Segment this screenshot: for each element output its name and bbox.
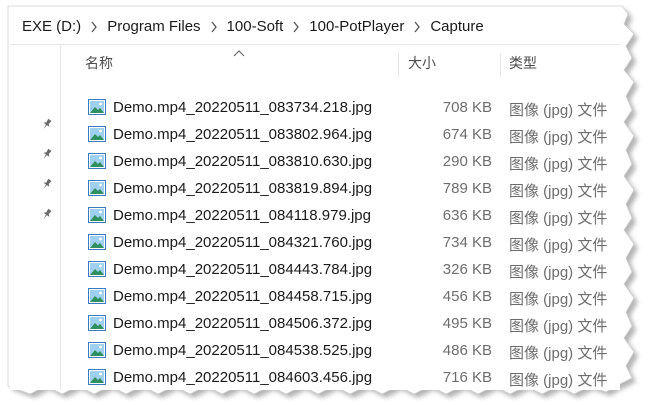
pin-icon[interactable] <box>40 207 54 221</box>
breadcrumb-item[interactable]: EXE (D:) <box>22 18 81 35</box>
breadcrumb-item[interactable]: Capture <box>430 18 483 35</box>
file-name[interactable]: Demo.mp4_20220511_084321.760.jpg <box>113 234 372 251</box>
file-row[interactable]: Demo.mp4_20220511_084603.456.jpg 716 KB 图像… <box>62 364 620 390</box>
pin-icon[interactable] <box>40 147 54 161</box>
file-name[interactable]: Demo.mp4_20220511_084506.372.jpg <box>113 315 372 332</box>
file-row[interactable]: Demo.mp4_20220511_083802.964.jpg 674 KB 图像… <box>62 121 620 148</box>
file-type: 图像 (jpg) 文件 <box>509 129 608 146</box>
column-header-name[interactable]: 名称 <box>85 45 113 81</box>
file-name[interactable]: Demo.mp4_20220511_083819.894.jpg <box>113 180 372 197</box>
pin-icon[interactable] <box>40 177 54 191</box>
file-size: 290 KB <box>442 153 492 170</box>
sort-ascending-icon <box>233 50 245 57</box>
file-size: 789 KB <box>442 180 492 197</box>
file-type: 图像 (jpg) 文件 <box>509 237 608 254</box>
explorer-window: EXE (D:) Program Files 100-Soft 100-PotPlay… <box>10 8 620 390</box>
navigation-pane <box>10 45 62 390</box>
column-header-type[interactable]: 类型 <box>509 45 537 81</box>
file-name[interactable]: Demo.mp4_20220511_083802.964.jpg <box>113 126 372 143</box>
file-row[interactable]: Demo.mp4_20220511_083819.894.jpg 789 KB 图像… <box>62 175 620 202</box>
jpg-image-file-icon <box>88 342 106 358</box>
jpg-image-file-icon <box>88 315 106 331</box>
file-name[interactable]: Demo.mp4_20220511_084538.525.jpg <box>113 342 372 359</box>
column-header-row: 名称 大小 类型 <box>62 45 620 81</box>
file-row[interactable]: Demo.mp4_20220511_084506.372.jpg 495 KB 图像… <box>62 310 620 337</box>
file-size: 495 KB <box>442 315 492 332</box>
jpg-image-file-icon <box>88 126 106 142</box>
pin-icon[interactable] <box>40 117 54 131</box>
breadcrumb: EXE (D:) Program Files 100-Soft 100-PotPlay… <box>10 8 620 44</box>
file-size: 636 KB <box>442 207 492 224</box>
file-row[interactable]: Demo.mp4_20220511_084443.784.jpg 326 KB 图像… <box>62 256 620 283</box>
jpg-image-file-icon <box>88 261 106 277</box>
file-list: Demo.mp4_20220511_083734.218.jpg 708 KB 图像… <box>62 94 620 390</box>
file-row[interactable]: Demo.mp4_20220511_084321.760.jpg 734 KB 图像… <box>62 229 620 256</box>
chevron-right-icon[interactable] <box>201 18 227 34</box>
file-name[interactable]: Demo.mp4_20220511_084443.784.jpg <box>113 261 372 278</box>
file-type: 图像 (jpg) 文件 <box>509 102 608 119</box>
file-size: 456 KB <box>442 288 492 305</box>
jpg-image-file-icon <box>88 288 106 304</box>
file-size: 486 KB <box>442 342 492 359</box>
jpg-image-file-icon <box>88 207 106 223</box>
file-type: 图像 (jpg) 文件 <box>509 183 608 200</box>
chevron-right-icon[interactable] <box>404 18 430 34</box>
file-size: 716 KB <box>442 369 492 386</box>
file-row[interactable]: Demo.mp4_20220511_083810.630.jpg 290 KB 图像… <box>62 148 620 175</box>
breadcrumb-item[interactable]: 100-PotPlayer <box>309 18 404 35</box>
jpg-image-file-icon <box>88 153 106 169</box>
file-type: 图像 (jpg) 文件 <box>509 318 608 335</box>
file-size: 708 KB <box>442 99 492 116</box>
column-separator[interactable] <box>398 53 399 77</box>
jpg-image-file-icon <box>88 234 106 250</box>
file-row[interactable]: Demo.mp4_20220511_083734.218.jpg 708 KB 图像… <box>62 94 620 121</box>
file-type: 图像 (jpg) 文件 <box>509 156 608 173</box>
file-type: 图像 (jpg) 文件 <box>509 372 608 389</box>
navigation-pane-divider <box>60 45 61 390</box>
column-header-size[interactable]: 大小 <box>408 45 436 81</box>
file-name[interactable]: Demo.mp4_20220511_084118.979.jpg <box>113 207 371 224</box>
chevron-right-icon[interactable] <box>283 18 309 34</box>
file-size: 734 KB <box>442 234 492 251</box>
chevron-right-icon[interactable] <box>81 18 107 34</box>
column-separator[interactable] <box>500 53 501 77</box>
file-name[interactable]: Demo.mp4_20220511_083734.218.jpg <box>113 99 372 116</box>
file-type: 图像 (jpg) 文件 <box>509 291 608 308</box>
file-size: 326 KB <box>442 261 492 278</box>
jpg-image-file-icon <box>88 99 106 115</box>
file-name[interactable]: Demo.mp4_20220511_084458.715.jpg <box>113 288 372 305</box>
file-type: 图像 (jpg) 文件 <box>509 210 608 227</box>
file-name[interactable]: Demo.mp4_20220511_084603.456.jpg <box>113 369 372 386</box>
file-row[interactable]: Demo.mp4_20220511_084458.715.jpg 456 KB 图像… <box>62 283 620 310</box>
file-size: 674 KB <box>442 126 492 143</box>
breadcrumb-item[interactable]: 100-Soft <box>227 18 284 35</box>
file-type: 图像 (jpg) 文件 <box>509 345 608 362</box>
file-row[interactable]: Demo.mp4_20220511_084538.525.jpg 486 KB 图像… <box>62 337 620 364</box>
jpg-image-file-icon <box>88 369 106 385</box>
file-row[interactable]: Demo.mp4_20220511_084118.979.jpg 636 KB 图像… <box>62 202 620 229</box>
breadcrumb-item[interactable]: Program Files <box>107 18 200 35</box>
jpg-image-file-icon <box>88 180 106 196</box>
file-type: 图像 (jpg) 文件 <box>509 264 608 281</box>
file-name[interactable]: Demo.mp4_20220511_083810.630.jpg <box>113 153 372 170</box>
